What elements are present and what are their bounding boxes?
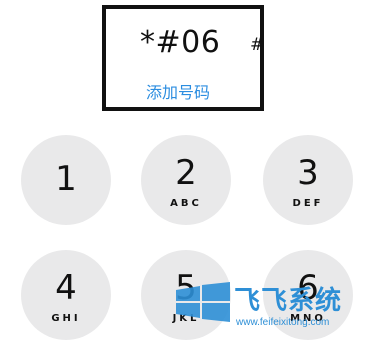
key-letters: JKL <box>172 313 200 324</box>
dialed-trailing-symbol: # <box>250 35 265 55</box>
key-digit: 5 <box>175 268 197 308</box>
key-3[interactable]: 3 DEF <box>263 135 353 225</box>
key-4[interactable]: 4 GHI <box>21 250 111 340</box>
key-digit: 3 <box>297 153 319 193</box>
dialer-screen: *#06 # 添加号码 1 2 ABC 3 DEF 4 GHI 5 JKL 6 … <box>0 0 370 340</box>
key-letters: ABC <box>170 198 202 209</box>
key-letters: MNO <box>290 313 326 324</box>
key-2[interactable]: 2 ABC <box>141 135 231 225</box>
key-letters: GHI <box>51 313 81 324</box>
key-digit: 2 <box>175 153 197 193</box>
dialed-number: *#06 <box>140 25 221 60</box>
key-letters: DEF <box>292 198 324 209</box>
key-5[interactable]: 5 JKL <box>141 250 231 340</box>
key-1[interactable]: 1 <box>21 135 111 225</box>
add-number-link[interactable]: 添加号码 <box>146 79 210 103</box>
key-digit: 1 <box>55 159 77 199</box>
key-6[interactable]: 6 MNO <box>263 250 353 340</box>
number-display: *#06 # 添加号码 <box>102 5 264 111</box>
key-digit: 6 <box>297 268 319 308</box>
key-digit: 4 <box>55 268 77 308</box>
